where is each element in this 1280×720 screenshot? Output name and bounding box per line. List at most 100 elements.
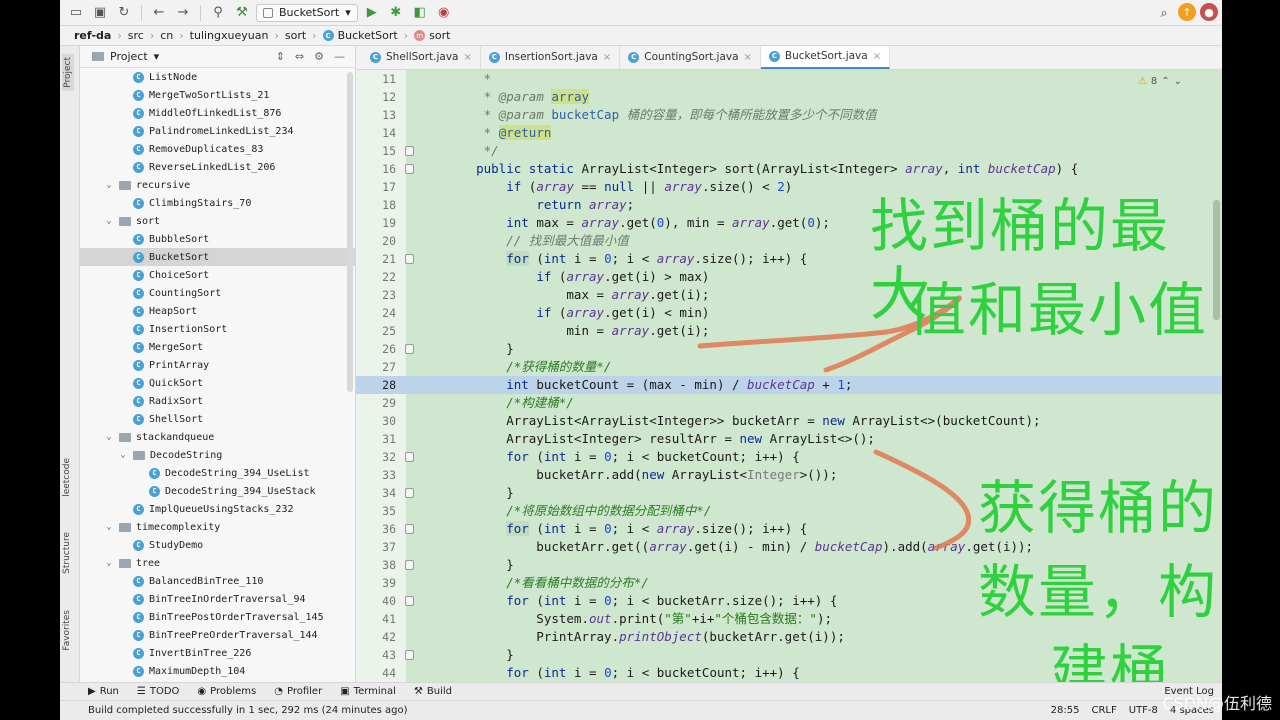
tree-folder[interactable]: ⌄ stackandqueue: [80, 428, 355, 446]
vcs-icon[interactable]: ⚲: [208, 3, 228, 23]
tool-window-build[interactable]: ⚒ Build: [414, 686, 452, 697]
collapse-all-icon[interactable]: ⇔: [295, 50, 304, 63]
code-line[interactable]: 14 * @return: [356, 124, 1222, 142]
code-line[interactable]: 30 ArrayList<ArrayList<Integer>> bucketA…: [356, 412, 1222, 430]
minimize-icon[interactable]: —: [334, 50, 345, 63]
run-icon[interactable]: ▶: [362, 3, 382, 23]
chevron-down-icon[interactable]: ⌄: [118, 450, 128, 460]
sync-icon[interactable]: ↻: [114, 3, 134, 23]
structure-tool-tab[interactable]: Structure: [62, 532, 72, 574]
forward-icon[interactable]: →: [173, 3, 193, 23]
editor-tab[interactable]: C ShellSort.java ×: [362, 46, 481, 69]
line-separator[interactable]: CRLF: [1091, 705, 1116, 716]
breadcrumb-item[interactable]: cn: [160, 29, 173, 42]
code-line[interactable]: 27 /*获得桶的数量*/: [356, 358, 1222, 376]
tree-item[interactable]: C PalindromeLinkedList_234: [80, 122, 355, 140]
tree-item[interactable]: C DecodeString_394_UseList: [80, 464, 355, 482]
project-panel-title[interactable]: Project: [110, 50, 148, 63]
breadcrumb-item[interactable]: sort: [285, 29, 306, 42]
coverage-icon[interactable]: ◧: [410, 3, 430, 23]
tree-item[interactable]: C MergeSort: [80, 338, 355, 356]
fold-icon[interactable]: [405, 452, 414, 462]
tool-window-terminal[interactable]: ▣ Terminal: [340, 686, 396, 697]
tool-window-run[interactable]: ▶ Run: [88, 686, 119, 697]
tree-item[interactable]: C InvertBinTree_226: [80, 644, 355, 662]
fold-icon[interactable]: [405, 560, 414, 570]
avatar-icon[interactable]: ●: [1200, 3, 1218, 21]
chevron-down-icon[interactable]: ⌄: [104, 432, 114, 442]
tool-window-todo[interactable]: ☰ TODO: [137, 686, 180, 697]
code-line[interactable]: 11 *: [356, 70, 1222, 88]
fold-icon[interactable]: [405, 254, 414, 264]
close-icon[interactable]: ×: [873, 51, 881, 62]
tool-window-profiler[interactable]: ◔ Profiler: [274, 686, 322, 697]
chevron-down-icon[interactable]: ⌄: [104, 558, 114, 568]
tree-item[interactable]: C PrintArray: [80, 356, 355, 374]
debug-icon[interactable]: ✱: [386, 3, 406, 23]
expand-all-icon[interactable]: ⇕: [276, 50, 285, 63]
tree-item[interactable]: C MaximumDepth_104: [80, 662, 355, 680]
search-icon[interactable]: ⌕: [1154, 3, 1174, 23]
tree-item[interactable]: C BalancedBinTree_110: [80, 572, 355, 590]
breadcrumb-item[interactable]: ref-da: [74, 29, 111, 42]
tree-folder[interactable]: ⌄ timecomplexity: [80, 518, 355, 536]
code-line[interactable]: 13 * @param bucketCap 桶的容量，即每个桶所能放置多少个不同…: [356, 106, 1222, 124]
editor-tab[interactable]: C BucketSort.java ×: [760, 46, 891, 69]
tree-item[interactable]: C MiddleOfLinkedList_876: [80, 104, 355, 122]
save-all-icon[interactable]: ▣: [90, 3, 110, 23]
profile-icon[interactable]: ◉: [434, 3, 454, 23]
editor-tab[interactable]: C InsertionSort.java ×: [481, 46, 621, 69]
file-encoding[interactable]: UTF-8: [1129, 705, 1158, 716]
leetcode-tool-tab[interactable]: leetcode: [62, 458, 72, 497]
run-configuration-select[interactable]: BucketSort ▾: [256, 3, 358, 22]
tree-item[interactable]: C InsertionSort: [80, 320, 355, 338]
fold-icon[interactable]: [405, 488, 414, 498]
breadcrumb-item[interactable]: C BucketSort: [322, 29, 398, 42]
tree-item[interactable]: C BinTreePostOrderTraversal_145: [80, 608, 355, 626]
gear-icon[interactable]: ⚙: [314, 50, 324, 63]
tree-item[interactable]: C QuickSort: [80, 374, 355, 392]
tree-folder[interactable]: ⌄ DecodeString: [80, 446, 355, 464]
code-line[interactable]: 32 for (int i = 0; i < bucketCount; i++)…: [356, 448, 1222, 466]
chevron-down-icon[interactable]: ⌄: [104, 522, 114, 532]
chevron-down-icon[interactable]: ▾: [154, 50, 160, 63]
tree-item[interactable]: C RemoveDuplicates_83: [80, 140, 355, 158]
fold-icon[interactable]: [405, 596, 414, 606]
tree-item[interactable]: C BubbleSort: [80, 230, 355, 248]
tree-item[interactable]: C ReverseLinkedList_206: [80, 158, 355, 176]
update-icon[interactable]: ↑: [1178, 3, 1196, 21]
code-line[interactable]: 31 ArrayList<Integer> resultArr = new Ar…: [356, 430, 1222, 448]
breadcrumb-item[interactable]: m sort: [414, 29, 450, 42]
tree-item[interactable]: C StudyDemo: [80, 536, 355, 554]
code-line[interactable]: 12 * @param array: [356, 88, 1222, 106]
code-line[interactable]: 15 */: [356, 142, 1222, 160]
editor-tab[interactable]: C CountingSort.java ×: [620, 46, 761, 69]
code-line[interactable]: 16 public static ArrayList<Integer> sort…: [356, 160, 1222, 178]
favorites-tool-tab[interactable]: Favorites: [62, 610, 72, 651]
project-scrollbar[interactable]: [347, 72, 353, 392]
code-area[interactable]: 11 * 12 * @param array 13 * @param bucketC…: [356, 70, 1222, 682]
build-icon[interactable]: ⚒: [232, 3, 252, 23]
tree-item[interactable]: C DecodeString_394_UseStack: [80, 482, 355, 500]
breadcrumb-item[interactable]: src: [128, 29, 144, 42]
tree-folder[interactable]: ⌄ tree: [80, 554, 355, 572]
fold-icon[interactable]: [405, 344, 414, 354]
tool-window-problems[interactable]: ◉ Problems: [197, 686, 256, 697]
chevron-down-icon[interactable]: ⌄: [104, 216, 114, 226]
tree-item[interactable]: C ChoiceSort: [80, 266, 355, 284]
fold-icon[interactable]: [405, 524, 414, 534]
tree-item[interactable]: C BucketSort: [80, 248, 355, 266]
tree-item[interactable]: C CountingSort: [80, 284, 355, 302]
inspection-badge[interactable]: ⚠ 8 ⌃ ⌄: [1138, 76, 1182, 87]
chevron-down-icon[interactable]: ⌄: [104, 180, 114, 190]
close-icon[interactable]: ×: [463, 52, 471, 63]
close-icon[interactable]: ×: [744, 52, 752, 63]
caret-position[interactable]: 28:55: [1051, 705, 1080, 716]
tree-item[interactable]: C BinTreeInOrderTraversal_94: [80, 590, 355, 608]
tree-item[interactable]: C RadixSort: [80, 392, 355, 410]
tree-item[interactable]: C BinTreePreOrderTraversal_144: [80, 626, 355, 644]
back-icon[interactable]: ←: [149, 3, 169, 23]
tree-folder[interactable]: ⌄ sort: [80, 212, 355, 230]
open-icon[interactable]: ▭: [66, 3, 86, 23]
tree-item[interactable]: C HeapSort: [80, 302, 355, 320]
